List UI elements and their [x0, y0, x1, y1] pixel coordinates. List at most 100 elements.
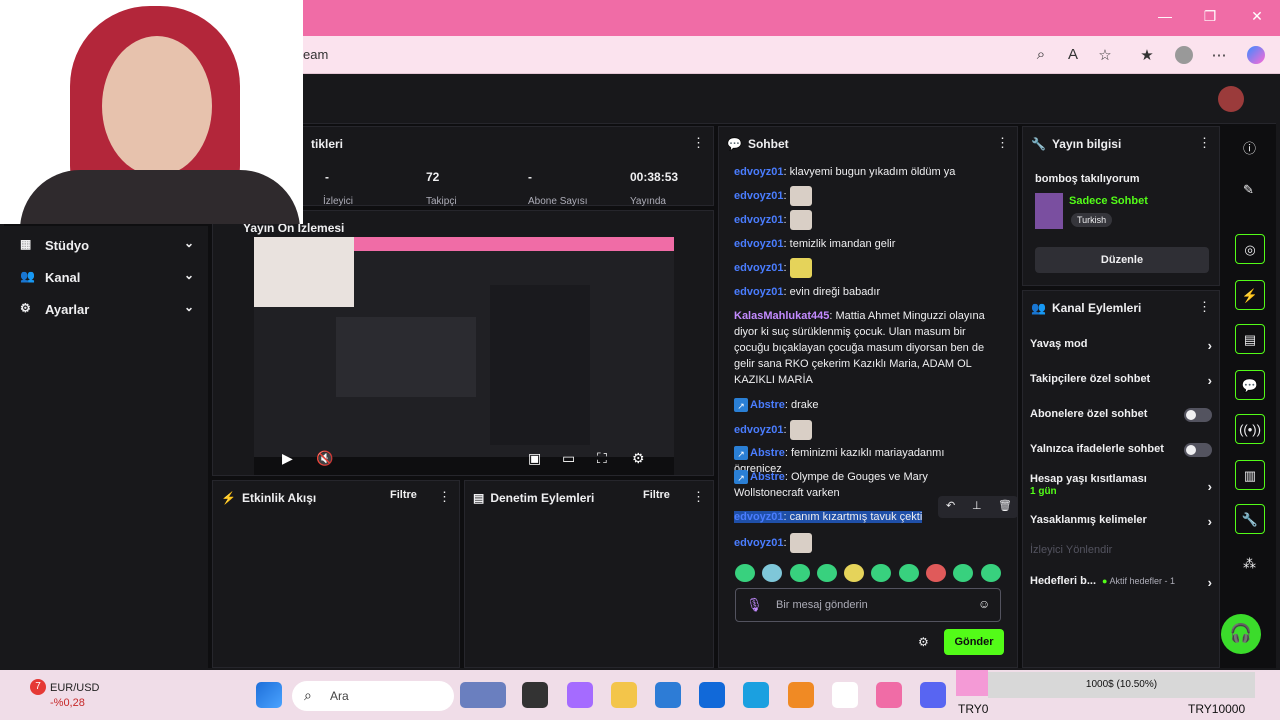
emoji-icon[interactable] [844, 564, 864, 582]
gear-icon[interactable]: ⚙ [632, 450, 645, 467]
chat-input-placeholder[interactable]: Bir mesaj gönderin [776, 599, 868, 611]
chat-message[interactable]: edvoyz01: [734, 210, 994, 230]
folder-icon[interactable] [611, 682, 637, 708]
emoji-icon[interactable] [926, 564, 946, 582]
action-banned-words[interactable]: Yasaklanmış kelimeler › [1030, 514, 1212, 529]
zoom-icon[interactable]: ⌕ [1032, 46, 1050, 64]
pip-icon[interactable]: ▣ [528, 450, 541, 467]
favorites-list-icon[interactable]: ★ [1138, 46, 1156, 64]
reply-icon[interactable]: ↶ [946, 499, 955, 512]
stream-info-menu-icon[interactable]: ⋮ [1198, 135, 1211, 151]
stats-menu-icon[interactable]: ⋮ [692, 135, 705, 151]
profile-icon[interactable] [1175, 46, 1193, 64]
chat-username[interactable]: edvoyz01 [734, 537, 784, 549]
taskview-icon[interactable] [522, 682, 548, 708]
sidebar-item-studio[interactable]: ▦ Stüdyo ⌄ [4, 230, 208, 260]
action-goals[interactable]: Hedefleri b... ● Aktif hedefler - 1 › [1030, 575, 1212, 590]
subscribers-only-toggle[interactable] [1184, 408, 1212, 422]
emoji-icon[interactable] [762, 564, 782, 582]
event-feed-filter-button[interactable]: Filtre [390, 489, 417, 501]
minimize-icon[interactable]: — [1150, 8, 1180, 24]
chat-menu-icon[interactable]: ⋮ [996, 135, 1009, 151]
send-button[interactable]: Gönder [944, 629, 1004, 655]
chat-username[interactable]: edvoyz01 [734, 190, 784, 202]
emoji-icon[interactable] [871, 564, 891, 582]
chat-username[interactable]: edvoyz01 [734, 511, 784, 523]
discord-icon[interactable] [920, 682, 946, 708]
gear-icon[interactable]: ⚙ [918, 635, 929, 649]
chat-message[interactable]: ↗ Abstre: Olympe de Gouges ve Mary Wollst… [734, 469, 954, 501]
share-icon[interactable]: ⁂ [1243, 556, 1256, 572]
layout-icon[interactable]: ▥ [1235, 460, 1265, 490]
chat-message[interactable]: edvoyz01: klavyemi bugun yıkadım öldüm y… [734, 164, 994, 180]
chat-username[interactable]: KalasMahlukat445 [734, 310, 829, 322]
category-name[interactable]: Sadece Sohbet [1069, 195, 1148, 207]
bolt-icon[interactable]: ⚡ [1235, 280, 1265, 310]
fullscreen-icon[interactable]: ⛶ [597, 450, 607, 467]
eraser-icon[interactable] [876, 682, 902, 708]
favorite-icon[interactable]: ☆ [1096, 46, 1114, 64]
wrench-icon[interactable]: 🔧 [1235, 504, 1265, 534]
clipboard-icon[interactable]: ▤ [1235, 324, 1265, 354]
chat-username[interactable]: edvoyz01 [734, 262, 784, 274]
chat-bubble-icon[interactable]: 💬 [1235, 370, 1265, 400]
chat-message[interactable]: edvoyz01: [734, 533, 994, 553]
emoji-icon[interactable] [790, 564, 810, 582]
trash-icon[interactable]: 🗑 [998, 499, 1012, 512]
chat-username[interactable]: edvoyz01 [734, 166, 784, 178]
action-followers-only[interactable]: Takipçilere özel sohbet › [1030, 373, 1212, 388]
chat-username[interactable]: edvoyz01 [734, 214, 784, 226]
action-slow-mode[interactable]: Yavaş mod › [1030, 338, 1212, 353]
chat-username[interactable]: Abstre [750, 447, 785, 459]
emoji-icon[interactable] [899, 564, 919, 582]
channel-actions-menu-icon[interactable]: ⋮ [1198, 299, 1211, 315]
camera-icon[interactable]: ◎ [1235, 234, 1265, 264]
chat-message[interactable]: edvoyz01: evin direği babadır [734, 284, 994, 300]
sidebar-item-channel[interactable]: 👥 Kanal ⌄ [4, 262, 208, 292]
mic-icon[interactable]: 🎙 [746, 597, 763, 613]
mod-actions-filter-button[interactable]: Filtre [643, 489, 670, 501]
blender-icon[interactable] [788, 682, 814, 708]
chat-message[interactable]: KalasMahlukat445: Mattia Ahmet Minguzzi … [734, 308, 990, 388]
chat-message[interactable]: ↗ Abstre: drake [734, 397, 994, 413]
m-app-icon[interactable] [832, 682, 858, 708]
info-icon[interactable]: ⓘ [1243, 138, 1256, 157]
mod-actions-menu-icon[interactable]: ⋮ [692, 489, 705, 505]
copilot-icon[interactable] [1247, 46, 1265, 64]
pin-icon[interactable]: ⊥ [972, 499, 982, 512]
windows-start-icon[interactable] [256, 682, 282, 708]
url-text[interactable]: eam [303, 47, 328, 62]
stream-video[interactable] [254, 237, 674, 475]
emoji-picker-icon[interactable]: ☺ [978, 597, 990, 611]
store-icon[interactable] [655, 682, 681, 708]
chat-username[interactable]: edvoyz01 [734, 424, 784, 436]
action-emotes-only[interactable]: Yalnızca ifadelerle sohbet [1030, 443, 1212, 457]
edit-button[interactable]: Düzenle [1035, 247, 1209, 273]
mute-icon[interactable]: 🔇 [316, 450, 333, 467]
restore-icon[interactable]: ❐ [1195, 8, 1225, 25]
close-icon[interactable]: ✕ [1242, 8, 1272, 25]
chat-message[interactable]: edvoyz01: temizlik imandan gelir [734, 236, 994, 252]
edge-icon[interactable] [743, 682, 769, 708]
emoji-icon[interactable] [735, 564, 755, 582]
action-subscribers-only[interactable]: Abonelere özel sohbet [1030, 408, 1212, 422]
emotes-only-toggle[interactable] [1184, 443, 1212, 457]
action-account-age[interactable]: Hesap yaşı kısıtlaması 1 gün › [1030, 473, 1212, 497]
theater-icon[interactable]: ▭ [562, 450, 575, 467]
chat-username[interactable]: Abstre [750, 471, 785, 483]
chat-message[interactable]: edvoyz01: [734, 420, 994, 440]
chat-username[interactable]: edvoyz01 [734, 238, 784, 250]
more-icon[interactable]: ⋯ [1210, 46, 1228, 64]
outlook-icon[interactable] [699, 682, 725, 708]
avatar[interactable] [1218, 86, 1244, 112]
widgets-icon[interactable] [460, 682, 506, 708]
emoji-icon[interactable] [953, 564, 973, 582]
play-icon[interactable]: ▶ [282, 450, 293, 467]
currency-pair[interactable]: EUR/USD [50, 682, 100, 694]
emoji-icon[interactable] [981, 564, 1001, 582]
headset-icon[interactable]: 🎧 [1221, 614, 1261, 654]
event-feed-menu-icon[interactable]: ⋮ [438, 489, 451, 505]
taskbar-search[interactable]: ⌕ Ara [292, 681, 454, 711]
pencil-icon[interactable]: ✎ [1243, 182, 1254, 198]
chat-input[interactable]: 🎙 Bir mesaj gönderin ☺ [735, 588, 1001, 622]
